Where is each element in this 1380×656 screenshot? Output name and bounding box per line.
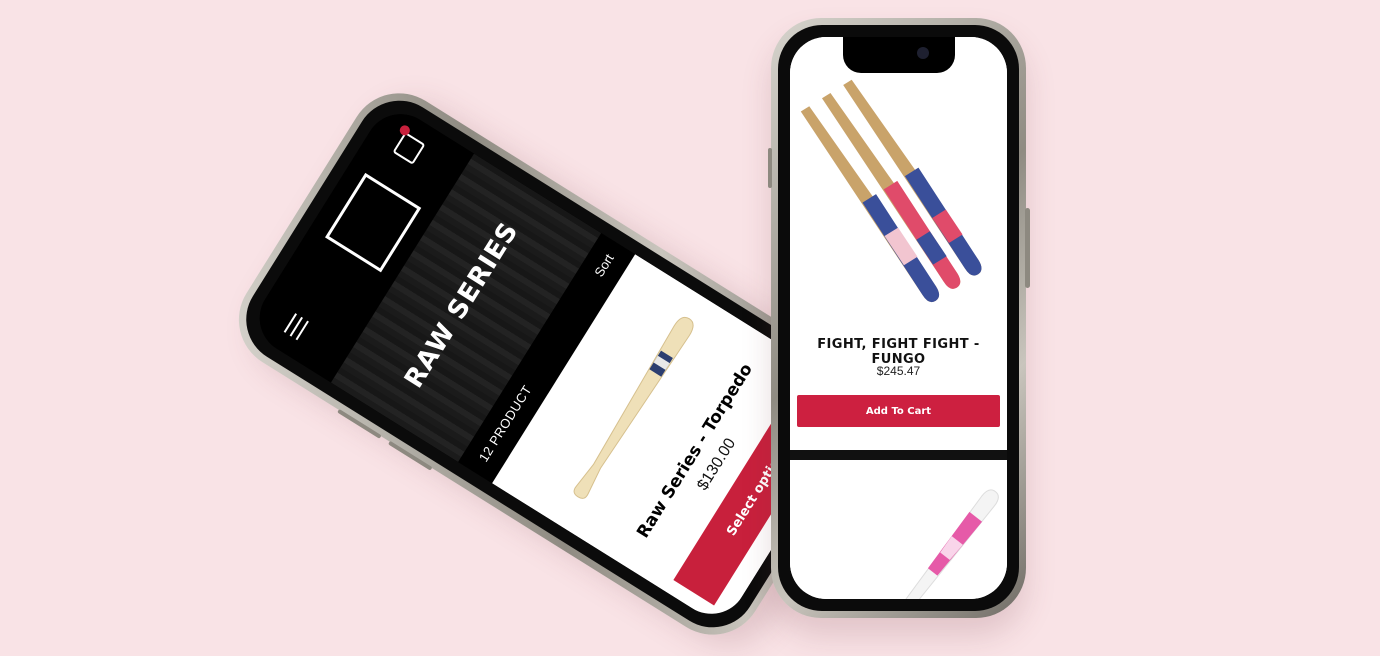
sort-button[interactable]: Sort (591, 251, 616, 279)
product-card[interactable]: FIGHT, FIGHT FIGHT - FUNGO $245.47 Add T… (790, 37, 1007, 450)
product-price: $245.47 (876, 364, 921, 378)
phone-bezel: FIGHT, FIGHT FIGHT - FUNGO $245.47 Add T… (778, 25, 1019, 611)
power-button (1025, 208, 1030, 288)
camera-icon (916, 47, 929, 59)
phone-notch (842, 37, 955, 73)
menu-icon[interactable] (279, 310, 313, 342)
bat-image[interactable] (900, 480, 1007, 599)
right-phone-mockup: FIGHT, FIGHT FIGHT - FUNGO $245.47 Add T… (768, 18, 1030, 618)
brand-logo[interactable] (325, 172, 422, 273)
right-phone-screen: FIGHT, FIGHT FIGHT - FUNGO $245.47 Add T… (790, 37, 1007, 599)
bat-image[interactable] (800, 61, 1000, 321)
card-divider (790, 450, 1007, 460)
cart-icon[interactable] (392, 131, 426, 165)
volume-button (768, 148, 772, 188)
product-card[interactable] (790, 460, 1007, 599)
product-title[interactable]: FIGHT, FIGHT FIGHT - FUNGO (790, 337, 1007, 367)
add-to-cart-button[interactable]: Add To Cart (797, 395, 1000, 427)
